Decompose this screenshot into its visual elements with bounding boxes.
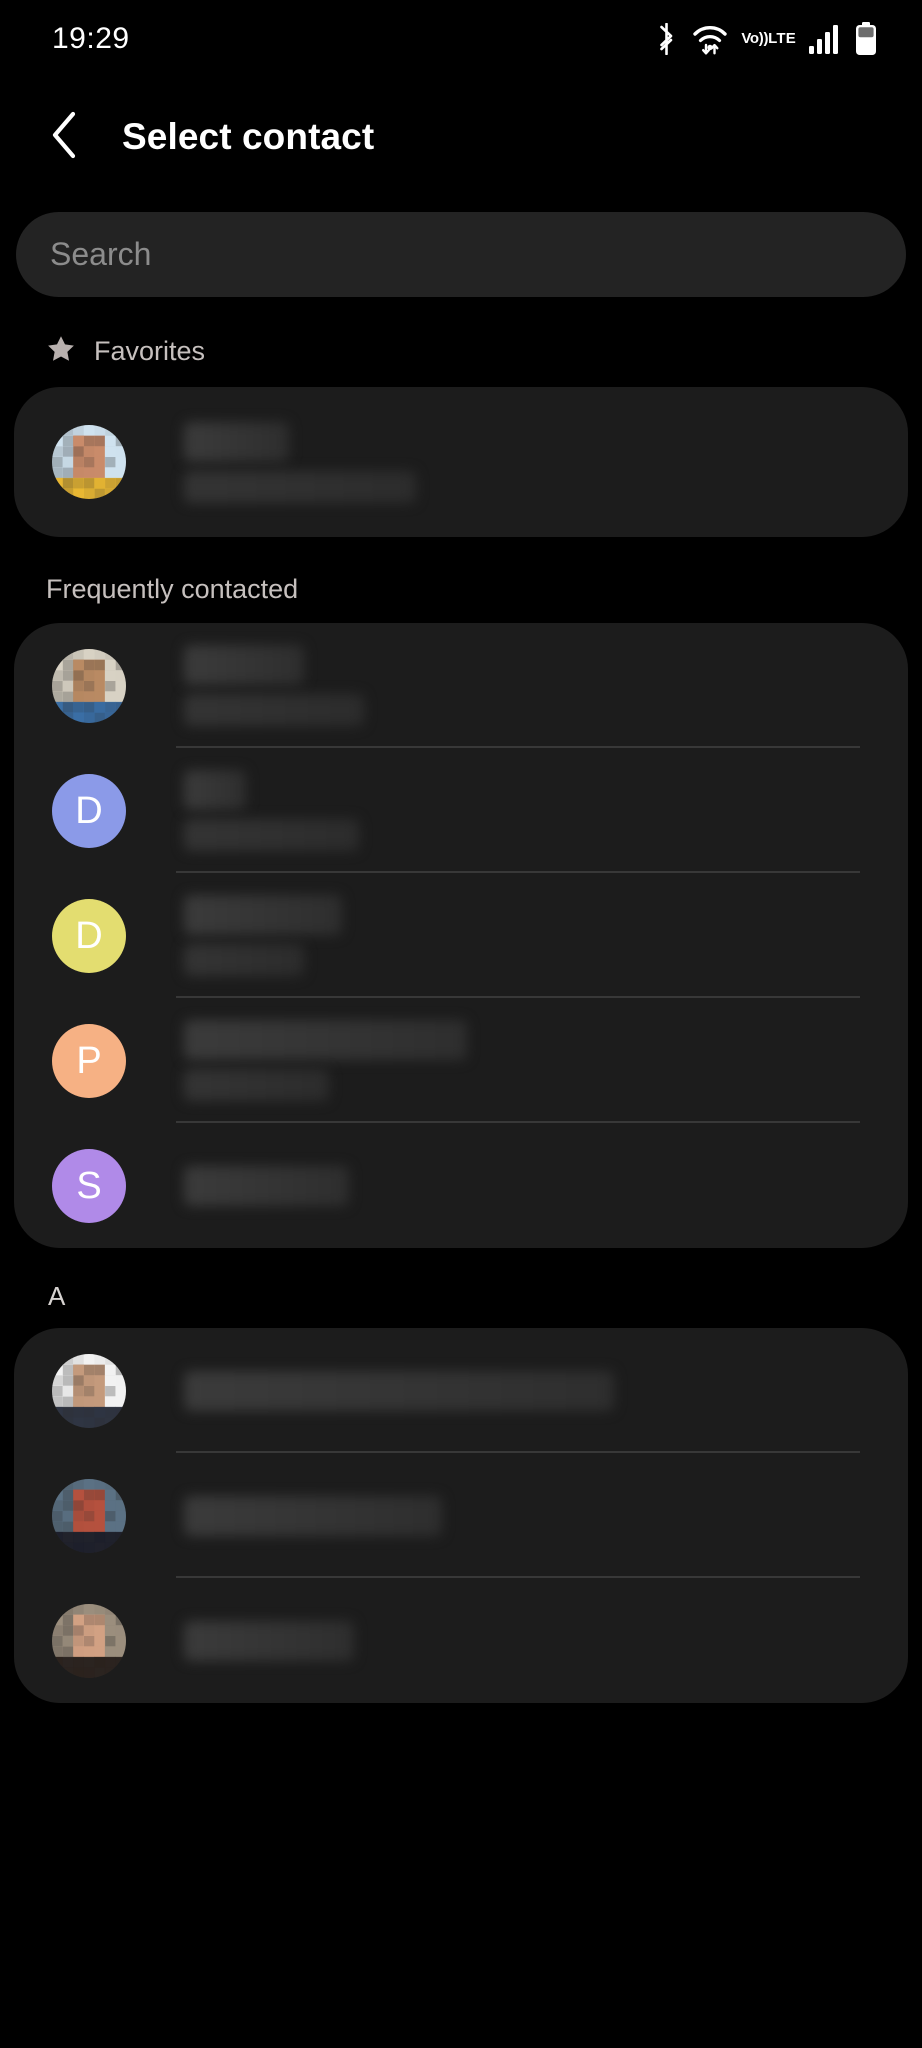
contact-texts: [184, 1165, 878, 1206]
contact-subtitle: [184, 1069, 329, 1101]
section-header-alpha-a: A: [0, 1248, 922, 1328]
avatar-photo: [52, 425, 126, 499]
contact-list-item[interactable]: [14, 623, 908, 748]
contact-name: [184, 421, 289, 462]
contact-list-item[interactable]: [14, 1578, 908, 1703]
search-container: Search: [0, 196, 922, 297]
contact-texts: [184, 645, 878, 726]
contact-list-item[interactable]: [14, 1453, 908, 1578]
chevron-left-icon: [49, 109, 83, 166]
app-header: Select contact: [0, 78, 922, 196]
contact-list-item[interactable]: S: [14, 1123, 908, 1248]
contact-card-frequently-contacted: D D P S: [14, 623, 908, 1248]
back-button[interactable]: [40, 111, 92, 163]
contact-texts: [184, 895, 878, 976]
contact-name: [184, 645, 304, 685]
avatar-initial: P: [52, 1023, 126, 1098]
contact-card-favorites: [14, 387, 908, 537]
search-placeholder: Search: [50, 236, 152, 272]
contact-name: [184, 770, 246, 810]
contact-texts: [184, 770, 878, 851]
search-input[interactable]: Search: [16, 212, 906, 297]
select-contact-screen: 19:29 Vo)) LTE Select contact Search Fav…: [0, 0, 922, 2048]
contact-list-item[interactable]: P: [14, 998, 908, 1123]
contact-texts: [184, 1020, 878, 1101]
contact-subtitle: [184, 944, 304, 976]
section-header-frequently-contacted: Frequently contacted: [0, 537, 922, 623]
contact-name: [184, 1620, 354, 1661]
avatar-letter: D: [75, 914, 103, 957]
section-header-favorites: Favorites: [0, 297, 922, 387]
avatar-photo: [52, 1603, 126, 1678]
contact-list-item[interactable]: D: [14, 873, 908, 998]
contact-name: [184, 1165, 349, 1206]
battery-icon: [854, 22, 878, 56]
contact-texts: [184, 1620, 878, 1661]
avatar-letter: P: [76, 1039, 102, 1082]
status-bar: 19:29 Vo)) LTE: [0, 0, 922, 78]
contact-name: [184, 1020, 467, 1060]
status-icon-group: Vo)) LTE: [654, 22, 878, 56]
contact-texts: [184, 421, 878, 503]
contact-subtitle: [184, 819, 359, 851]
bluetooth-icon: [654, 23, 679, 55]
contact-texts: [184, 1495, 878, 1536]
page-title: Select contact: [122, 116, 375, 157]
star-icon: [46, 334, 76, 369]
contact-name: [184, 1495, 442, 1536]
contact-list-item[interactable]: [14, 1328, 908, 1453]
section-header-label: Frequently contacted: [46, 574, 299, 604]
contact-texts: [184, 1370, 878, 1411]
avatar-letter: D: [75, 789, 103, 832]
signal-icon: [809, 24, 841, 54]
avatar-letter: S: [76, 1164, 102, 1207]
contact-subtitle: [184, 694, 364, 726]
contact-subtitle: [184, 470, 416, 503]
avatar-photo: [52, 1478, 126, 1553]
contact-card-alpha-a: [14, 1328, 908, 1703]
contact-sections: Favorites Frequently contacted D D P S A: [0, 297, 922, 1703]
volte-icon: Vo)) LTE: [741, 30, 796, 48]
avatar-photo: [52, 648, 126, 723]
avatar-initial: S: [52, 1148, 126, 1223]
section-header-label: A: [48, 1281, 66, 1311]
avatar-initial: D: [52, 898, 126, 973]
wifi-icon: [692, 23, 728, 55]
avatar-initial: D: [52, 773, 126, 848]
contact-list-item[interactable]: D: [14, 748, 908, 873]
contact-name: [184, 895, 342, 935]
contact-name: [184, 1370, 614, 1411]
section-header-label: Favorites: [94, 336, 206, 366]
status-clock: 19:29: [52, 22, 130, 55]
avatar-photo: [52, 1353, 126, 1428]
contact-list-item[interactable]: [14, 387, 908, 537]
